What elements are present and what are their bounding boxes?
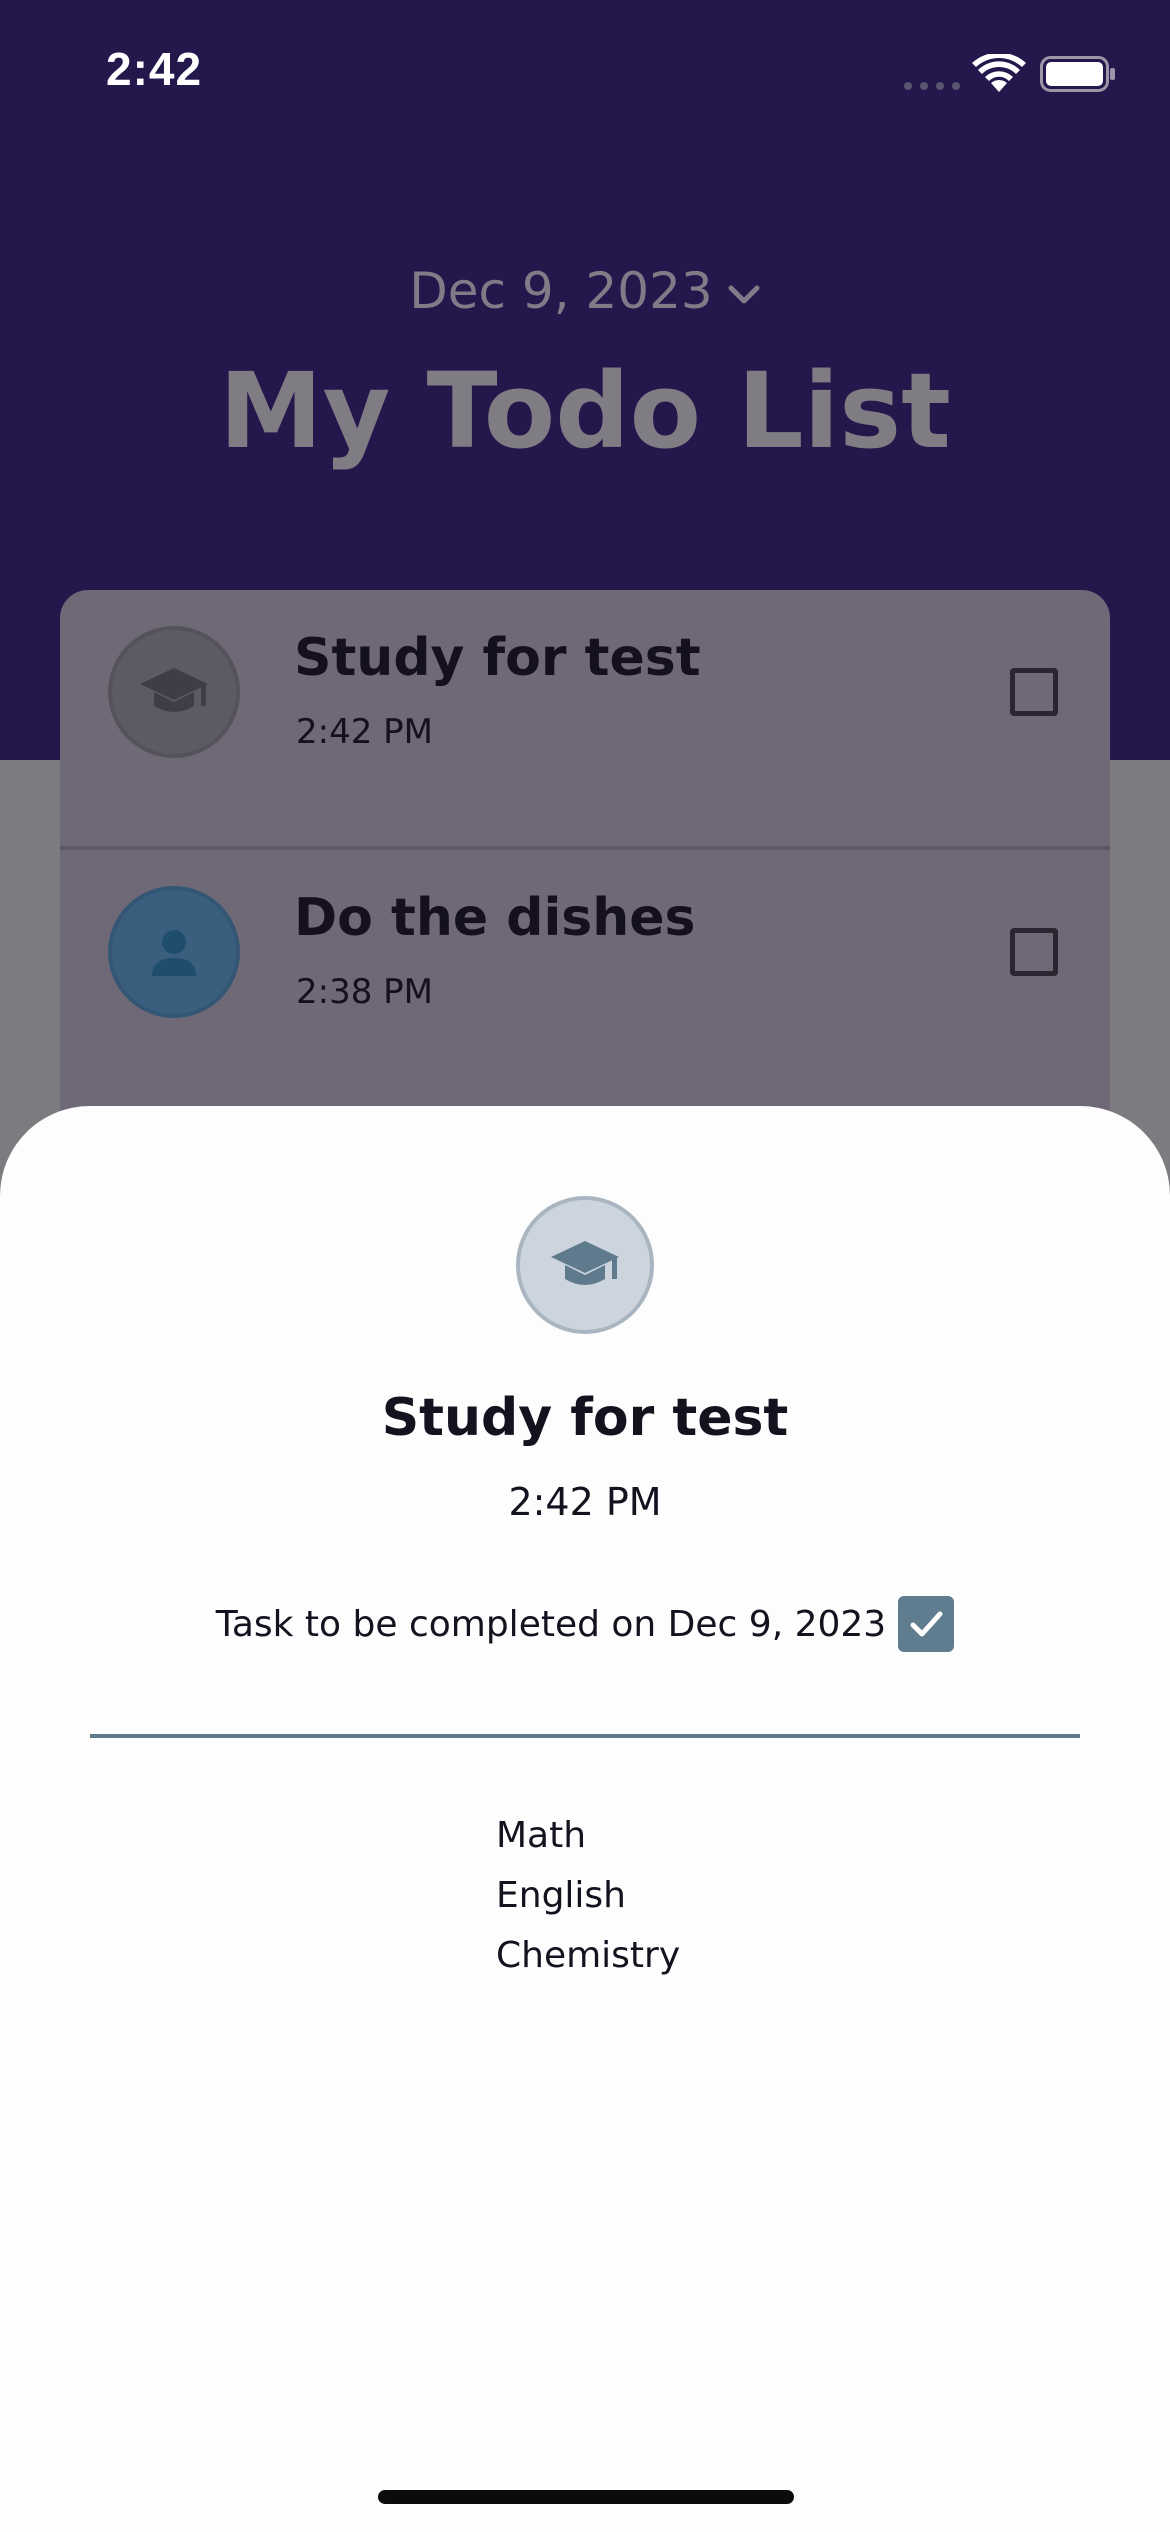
chevron-down-icon xyxy=(728,285,760,303)
cellular-signal-icon xyxy=(904,82,960,90)
todo-time: 2:38 PM xyxy=(296,972,433,1012)
home-indicator[interactable] xyxy=(378,2490,794,2504)
todo-title: Do the dishes xyxy=(294,888,696,948)
completion-text: Task to be completed on Dec 9, 2023 xyxy=(215,1603,887,1645)
todo-list: Study for test 2:42 PM Do the dishes 2:3… xyxy=(60,590,1110,1150)
subject-item: Math xyxy=(496,1815,587,1856)
status-time: 2:42 xyxy=(106,43,203,95)
todo-title: Study for test xyxy=(294,628,701,688)
divider xyxy=(90,1734,1080,1738)
todo-avatar xyxy=(108,886,240,1018)
todo-avatar xyxy=(108,626,240,758)
todo-time: 2:42 PM xyxy=(296,712,433,752)
todo-checkbox[interactable] xyxy=(1010,928,1058,976)
battery-icon xyxy=(1040,56,1115,92)
task-title: Study for test xyxy=(381,1388,789,1448)
todo-item[interactable]: Do the dishes 2:38 PM xyxy=(60,850,1110,1106)
todo-item[interactable]: Study for test 2:42 PM xyxy=(60,590,1110,850)
task-avatar xyxy=(516,1196,654,1334)
task-time: 2:42 PM xyxy=(508,1480,662,1524)
date-selector[interactable]: Dec 9, 2023 xyxy=(0,262,1170,320)
checkmark-icon xyxy=(910,1611,943,1637)
graduation-cap-icon xyxy=(140,668,208,712)
subject-list: Math English Chemistry xyxy=(496,1806,680,1986)
person-icon xyxy=(152,930,196,976)
date-label: Dec 9, 2023 xyxy=(409,262,713,320)
todo-checkbox[interactable] xyxy=(1010,668,1058,716)
task-detail-sheet: Study for test 2:42 PM Task to be comple… xyxy=(0,1106,1170,2532)
completion-row: Task to be completed on Dec 9, 2023 xyxy=(0,1596,1170,1652)
complete-checkbox[interactable] xyxy=(898,1596,955,1652)
graduation-cap-icon xyxy=(551,1241,619,1285)
page-title: My Todo List xyxy=(219,350,951,472)
subject-item: English xyxy=(496,1875,626,1916)
subject-item: Chemistry xyxy=(496,1935,681,1976)
wifi-icon xyxy=(972,54,1026,92)
